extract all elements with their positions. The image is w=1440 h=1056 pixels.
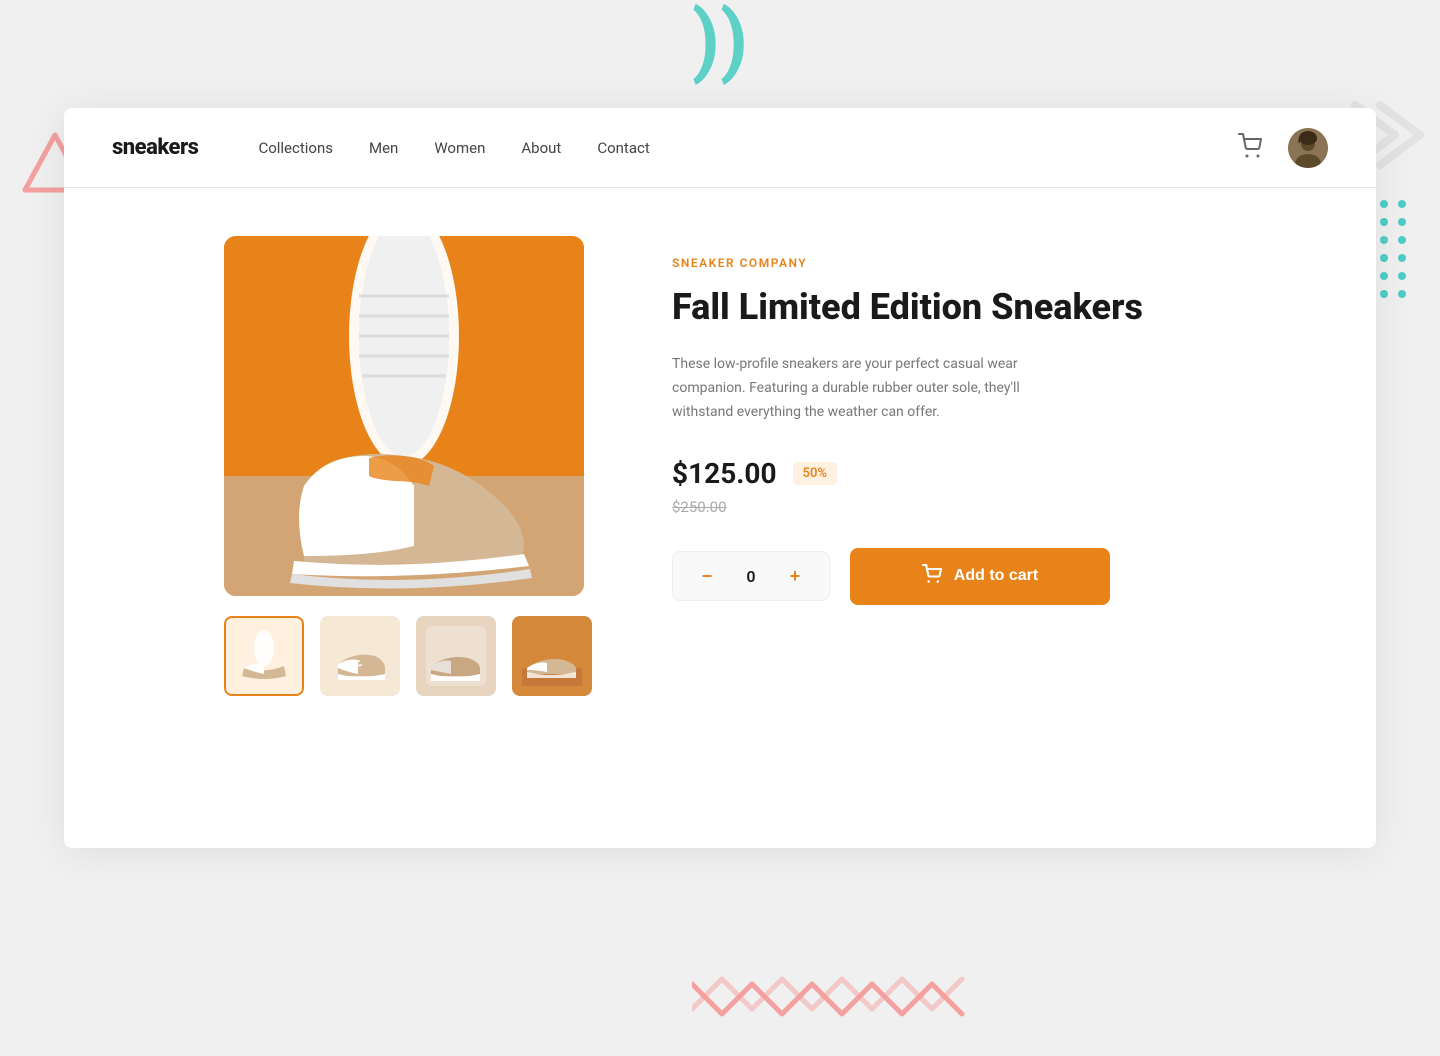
product-details: SNEAKER COMPANY Fall Limited Edition Sne…: [672, 236, 1328, 605]
decorative-zigzag: [692, 964, 972, 1038]
quantity-decrease-button[interactable]: −: [693, 562, 721, 590]
add-to-cart-button[interactable]: Add to cart: [850, 548, 1110, 605]
cart-btn-icon: [922, 564, 942, 589]
product-section: SNEAKER COMPANY Fall Limited Edition Sne…: [64, 188, 1376, 744]
quantity-control: − 0 +: [672, 551, 830, 601]
cart-icon[interactable]: [1238, 133, 1264, 163]
current-price: $125.00: [672, 457, 777, 490]
thumbnail-1[interactable]: [224, 616, 304, 696]
product-images: [224, 236, 592, 696]
product-description: These low-profile sneakers are your perf…: [672, 353, 1052, 424]
decorative-quotes: )): [692, 0, 748, 80]
nav-link-about[interactable]: About: [521, 139, 561, 157]
nav-link-contact[interactable]: Contact: [597, 139, 649, 157]
navigation: sneakers Collections Men Women About Con…: [64, 108, 1376, 188]
quantity-increase-button[interactable]: +: [781, 562, 809, 590]
discount-badge: 50%: [793, 462, 837, 485]
thumbnail-2[interactable]: [320, 616, 400, 696]
product-card: sneakers Collections Men Women About Con…: [64, 108, 1376, 848]
thumbnail-4[interactable]: [512, 616, 592, 696]
brand-logo: sneakers: [112, 135, 198, 160]
quantity-value: 0: [741, 567, 761, 586]
original-price: $250.00: [672, 498, 1328, 516]
cart-row: − 0 + Add to cart: [672, 548, 1328, 605]
product-brand-label: SNEAKER COMPANY: [672, 256, 1328, 270]
price-row: $125.00 50%: [672, 457, 1328, 490]
nav-link-men[interactable]: Men: [369, 139, 398, 157]
nav-actions: [1238, 128, 1328, 168]
product-thumbnails: [224, 616, 592, 696]
product-main-image: [224, 236, 584, 596]
user-avatar[interactable]: [1288, 128, 1328, 168]
nav-link-women[interactable]: Women: [434, 139, 485, 157]
product-title: Fall Limited Edition Sneakers: [672, 286, 1328, 329]
nav-links: Collections Men Women About Contact: [258, 139, 1238, 157]
add-to-cart-label: Add to cart: [954, 567, 1038, 585]
thumbnail-3[interactable]: [416, 616, 496, 696]
nav-link-collections[interactable]: Collections: [258, 139, 333, 157]
